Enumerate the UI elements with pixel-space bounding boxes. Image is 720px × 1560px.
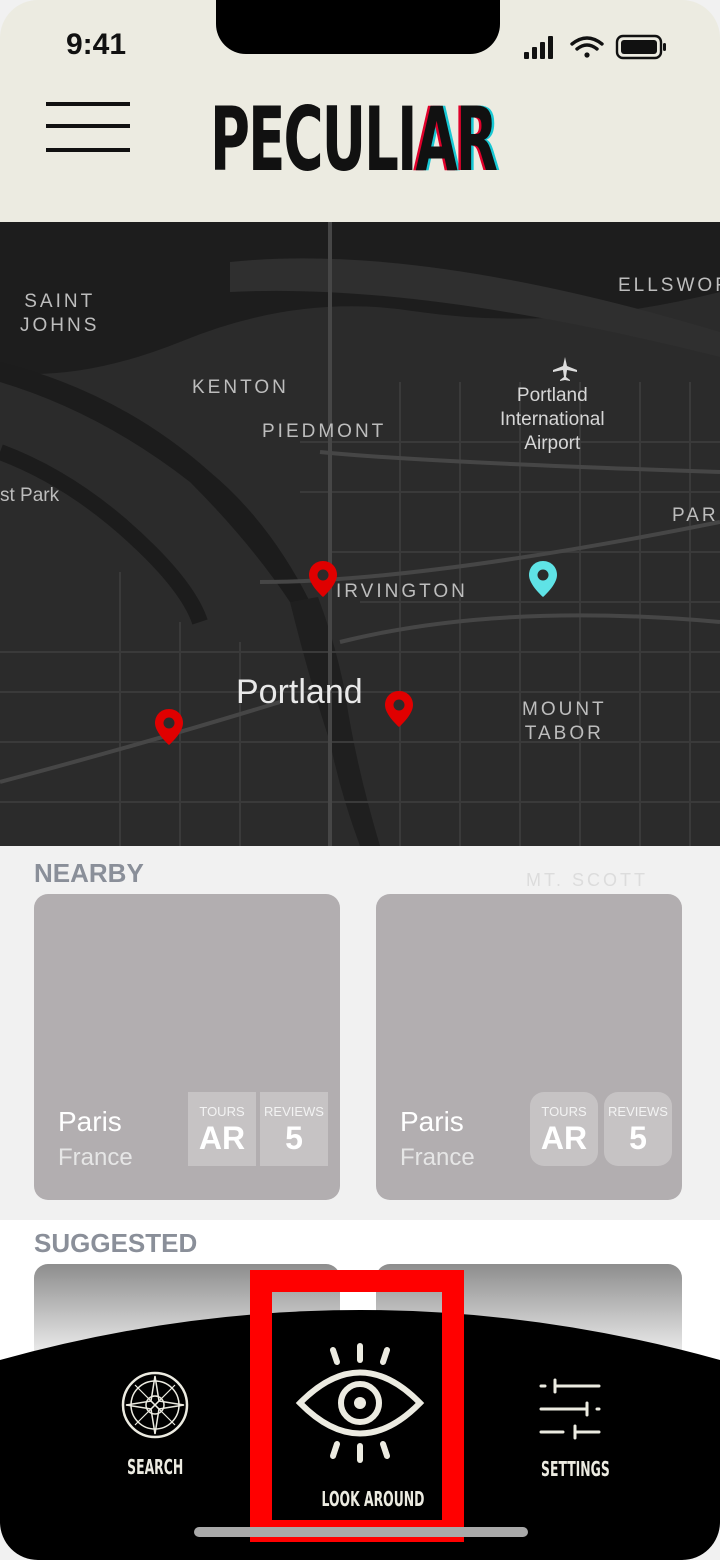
map-label-kenton: KENTON xyxy=(192,377,289,398)
map-label-mt-scott: MT. SCOTT xyxy=(526,870,648,890)
camera-notch xyxy=(216,0,500,54)
reviews-stat: REVIEWS 5 xyxy=(604,1092,672,1166)
cellular-signal-icon xyxy=(524,36,553,59)
map-label-irvington: IRVINGTON xyxy=(336,581,468,602)
map-label-portland: Portland xyxy=(236,673,363,711)
map-label-par: PAR xyxy=(672,505,719,526)
hamburger-menu-icon[interactable] xyxy=(46,102,130,154)
map-label-mount-tabor: MOUNT TABOR xyxy=(522,699,607,744)
sliders-icon xyxy=(539,1378,601,1440)
tours-stat: TOURS AR xyxy=(530,1092,598,1166)
red-location-pin[interactable] xyxy=(154,708,184,746)
nav-search-label: SEARCH xyxy=(126,1455,184,1479)
map-label-saint-johns: SAINT JOHNS xyxy=(20,291,100,336)
compass-icon xyxy=(121,1371,189,1439)
card-country: France xyxy=(58,1144,133,1171)
header: 9:41 PECULIAR xyxy=(0,0,720,222)
airplane-icon xyxy=(553,357,577,381)
app-screen: 9:41 PECULIAR SAINT JOHNS KENTON PIEDMON… xyxy=(0,0,720,1560)
tours-stat: TOURS AR xyxy=(188,1092,256,1166)
card-country: France xyxy=(400,1144,475,1171)
nearby-card[interactable]: Paris France TOURS AR REVIEWS 5 xyxy=(376,894,682,1200)
status-time: 9:41 xyxy=(66,28,127,61)
status-icons xyxy=(524,34,666,60)
home-indicator xyxy=(194,1527,528,1537)
red-location-pin[interactable] xyxy=(308,560,338,598)
map-base xyxy=(0,222,720,846)
cyan-location-pin[interactable] xyxy=(528,560,558,598)
card-city: Paris xyxy=(400,1106,464,1137)
nav-settings-label: SETTINGS xyxy=(541,1457,610,1481)
card-city: Paris xyxy=(58,1106,122,1137)
battery-icon xyxy=(615,34,666,60)
eye-icon xyxy=(295,1343,425,1463)
red-location-pin[interactable] xyxy=(384,690,414,728)
map-label-forest-park: st Park xyxy=(0,485,60,506)
map-label-airport: Portland International Airport xyxy=(500,385,605,454)
map-label-ellsworth: ELLSWOR xyxy=(618,275,720,296)
app-logo: PECULIAR xyxy=(210,88,498,191)
reviews-stat: REVIEWS 5 xyxy=(260,1092,328,1166)
nav-search-button[interactable]: SEARCH xyxy=(100,1370,210,1479)
nearby-card[interactable]: Paris France TOURS AR REVIEWS 5 xyxy=(34,894,340,1200)
map-view[interactable]: SAINT JOHNS KENTON PIEDMONT Portland Int… xyxy=(0,222,720,846)
suggested-title: SUGGESTED xyxy=(34,1228,198,1258)
wifi-icon xyxy=(570,36,604,58)
nav-look-around-label: LOOK AROUND xyxy=(321,1487,425,1511)
map-label-piedmont: PIEDMONT xyxy=(262,421,387,442)
nav-settings-button[interactable]: SETTINGS xyxy=(520,1376,620,1481)
nearby-title: NEARBY xyxy=(34,858,144,888)
nav-look-around-button[interactable]: LOOK AROUND xyxy=(290,1342,430,1511)
